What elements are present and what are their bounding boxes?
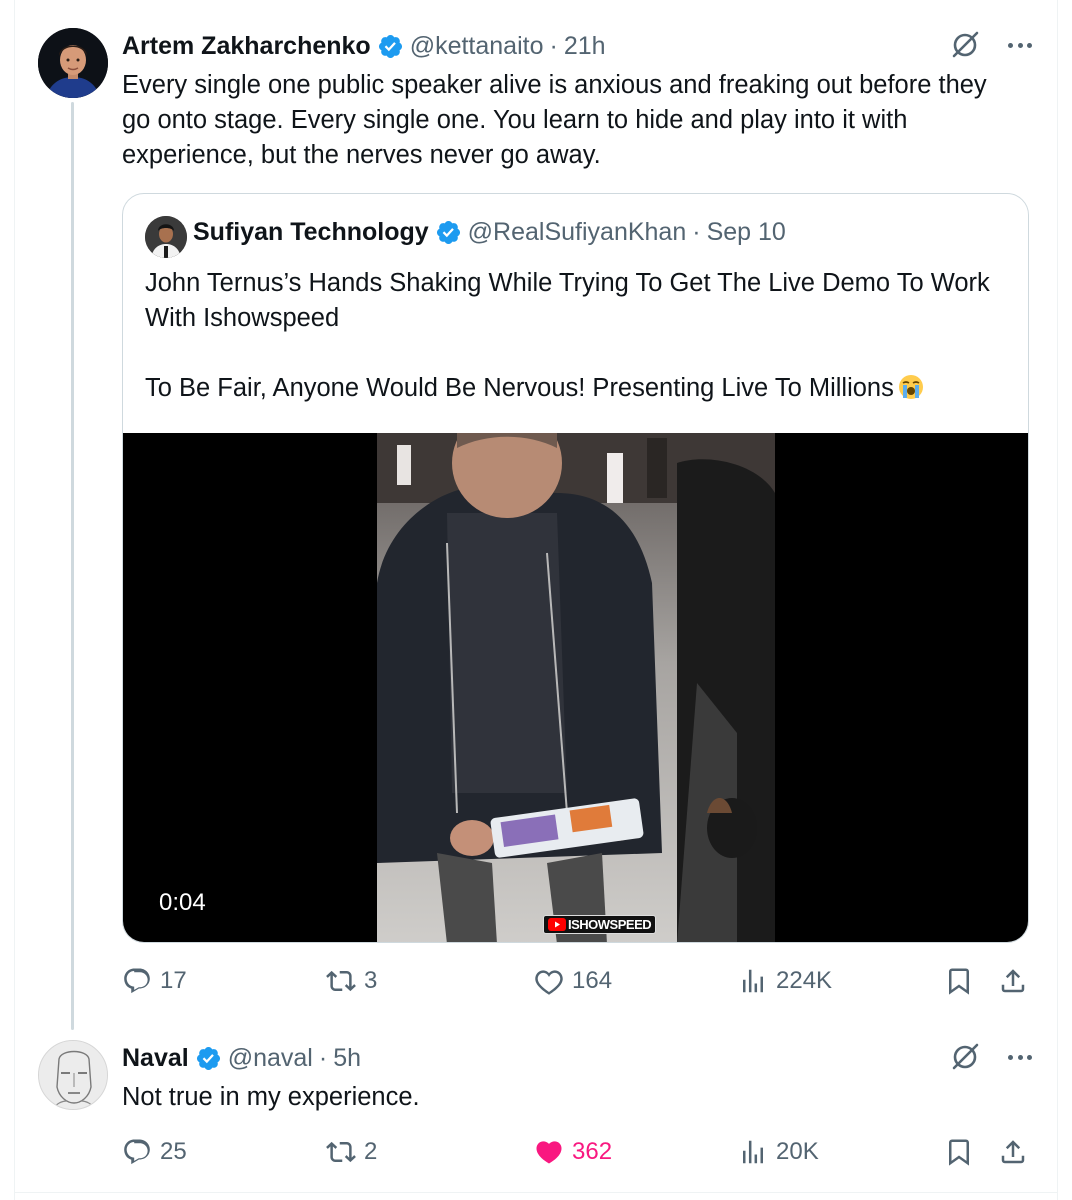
bookmark-button[interactable] — [944, 966, 974, 996]
repost-count: 2 — [364, 1138, 378, 1165]
video-watermark: ISHOWSPEED — [543, 915, 657, 934]
quote-author-name[interactable]: Sufiyan Technology — [193, 218, 429, 247]
separator: · — [692, 218, 701, 246]
bookmark-icon — [949, 968, 969, 995]
verified-badge-icon — [436, 220, 460, 245]
views-icon — [743, 1140, 763, 1164]
bookmark-icon — [949, 1139, 969, 1166]
more-icon[interactable] — [1006, 1043, 1034, 1071]
verified-badge-icon — [378, 34, 402, 59]
youtube-icon — [548, 918, 566, 931]
like-button[interactable]: 362 — [534, 1137, 612, 1167]
like-filled-icon — [536, 1141, 562, 1164]
bookmark-button[interactable] — [944, 1137, 974, 1167]
views-button[interactable]: 20K — [738, 1137, 819, 1167]
video-duration: 0:04 — [159, 889, 206, 916]
thread-connector — [71, 102, 74, 1030]
author-handle[interactable]: @kettanaito — [410, 32, 544, 61]
quote-author-handle: @RealSufiyanKhan — [467, 218, 687, 246]
avatar[interactable] — [38, 28, 108, 98]
reply-count: 17 — [160, 967, 187, 994]
loudly-crying-face-icon — [898, 375, 923, 399]
reply-action-bar: 25 2 362 20K — [122, 1137, 1032, 1173]
tweet-top-actions — [950, 30, 1034, 60]
quote-avatar — [145, 216, 187, 258]
like-count: 362 — [572, 1138, 613, 1165]
tweet-text: Every single one public speaker alive is… — [122, 71, 987, 169]
separator: · — [318, 1044, 328, 1072]
author-handle[interactable]: @naval — [228, 1044, 313, 1073]
reply-text: Not true in my experience. — [122, 1083, 420, 1111]
reply-count: 25 — [160, 1138, 187, 1165]
reply-button[interactable]: 17 — [122, 966, 187, 996]
repost-count: 3 — [364, 967, 378, 994]
repost-icon — [326, 1141, 356, 1163]
reply-icon — [124, 1139, 150, 1165]
repost-icon — [326, 970, 356, 992]
like-button[interactable]: 164 — [534, 966, 612, 996]
reply-button[interactable]: 25 — [122, 1137, 187, 1167]
share-button[interactable] — [998, 1137, 1028, 1167]
repost-button[interactable]: 3 — [326, 966, 377, 996]
timestamp[interactable]: 21h — [564, 32, 606, 61]
reply-icon — [124, 968, 150, 994]
share-button[interactable] — [998, 966, 1028, 996]
repost-button[interactable]: 2 — [326, 1137, 377, 1167]
watermark-text: ISHOWSPEED — [568, 917, 652, 932]
like-count: 164 — [572, 967, 613, 994]
tweet-action-bar: 17 3 164 224K — [122, 966, 1032, 1002]
timestamp[interactable]: 5h — [333, 1044, 361, 1073]
author-name[interactable]: Artem Zakharchenko — [122, 32, 371, 61]
tweet-header: Artem Zakharchenko @kettanaito · 21h — [122, 32, 606, 61]
verified-badge-icon — [196, 1046, 220, 1071]
views-button[interactable]: 224K — [738, 966, 832, 996]
quote-text-line: John Ternus’s Hands Shaking While Trying… — [145, 269, 990, 332]
quote-text: John Ternus’s Hands Shaking While Trying… — [145, 266, 1005, 406]
reply-top-actions — [950, 1042, 1034, 1072]
reply-header: Naval @naval · 5h — [122, 1044, 361, 1073]
video-frame: ISHOWSPEED — [377, 433, 775, 942]
author-name[interactable]: Naval — [122, 1044, 189, 1073]
quote-tweet[interactable]: Sufiyan Technology @RealSufiyanKhan · Se… — [122, 193, 1029, 943]
video-player[interactable]: ISHOWSPEED 0:04 — [123, 433, 1028, 942]
more-icon[interactable] — [1006, 31, 1034, 59]
quote-text-line: To Be Fair, Anyone Would Be Nervous! Pre… — [145, 374, 894, 402]
views-count: 20K — [776, 1138, 819, 1165]
views-count: 224K — [776, 967, 833, 994]
grok-icon[interactable] — [950, 1042, 980, 1072]
share-icon — [1001, 969, 1025, 993]
divider — [14, 1192, 1058, 1193]
quote-header: Sufiyan Technology @RealSufiyanKhan · Se… — [193, 218, 786, 247]
quote-date: Sep 10 — [706, 218, 786, 246]
separator: · — [549, 32, 558, 60]
views-icon — [743, 969, 763, 993]
grok-icon[interactable] — [950, 30, 980, 60]
avatar[interactable] — [38, 1040, 108, 1110]
like-icon — [535, 970, 563, 995]
share-icon — [1001, 1140, 1025, 1164]
